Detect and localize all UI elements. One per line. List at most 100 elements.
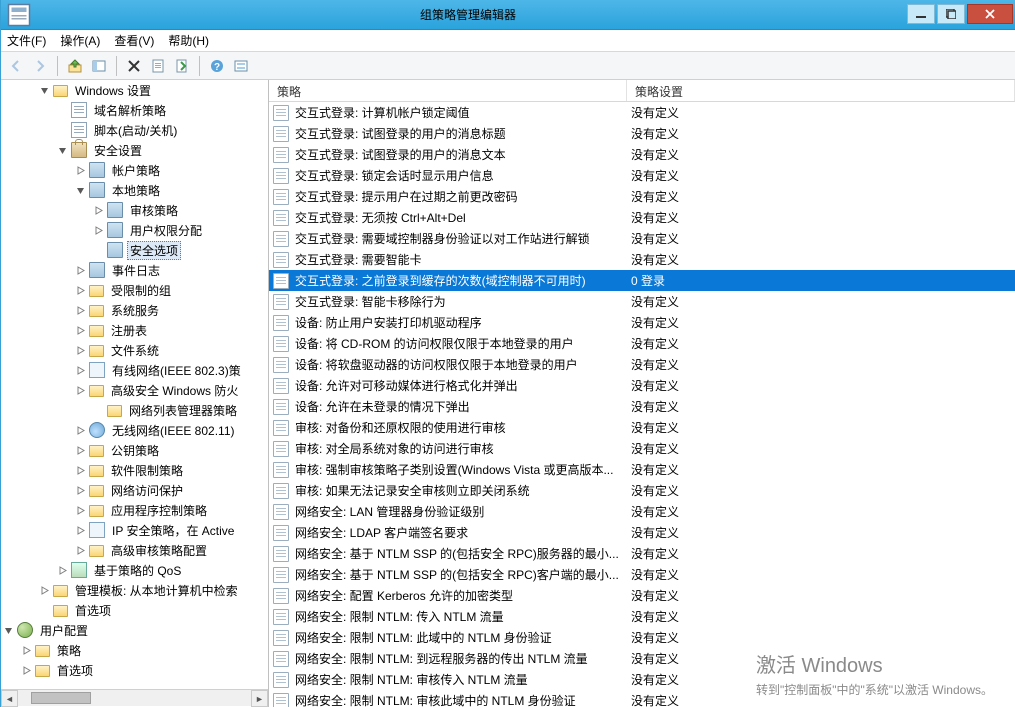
tree-item[interactable]: 安全设置 <box>1 140 268 160</box>
export-button[interactable] <box>171 55 193 77</box>
help-button[interactable]: ? <box>206 55 228 77</box>
scroll-thumb[interactable] <box>31 692 91 704</box>
policy-row[interactable]: 交互式登录: 之前登录到缓存的次数(域控制器不可用时)0 登录 <box>269 270 1015 291</box>
menu-help[interactable]: 帮助(H) <box>168 32 209 49</box>
tree-item[interactable]: IP 安全策略，在 Active <box>1 520 268 540</box>
policy-row[interactable]: 设备: 将软盘驱动器的访问权限仅限于本地登录的用户没有定义 <box>269 354 1015 375</box>
policy-row[interactable]: 设备: 允许在未登录的情况下弹出没有定义 <box>269 396 1015 417</box>
expand-icon[interactable] <box>73 443 87 457</box>
expand-icon[interactable] <box>73 343 87 357</box>
tree-item[interactable]: 管理模板: 从本地计算机中检索 <box>1 580 268 600</box>
tree-item[interactable]: 用户配置 <box>1 620 268 640</box>
nav-forward-button[interactable] <box>29 55 51 77</box>
tree-item[interactable]: 网络访问保护 <box>1 480 268 500</box>
policy-row[interactable]: 设备: 允许对可移动媒体进行格式化并弹出没有定义 <box>269 375 1015 396</box>
tree-item[interactable]: 策略 <box>1 640 268 660</box>
expand-icon[interactable] <box>19 663 33 677</box>
policy-row[interactable]: 交互式登录: 需要智能卡没有定义 <box>269 249 1015 270</box>
tree-item[interactable]: 无线网络(IEEE 802.11) <box>1 420 268 440</box>
expand-icon[interactable] <box>37 583 51 597</box>
tree-item[interactable]: 注册表 <box>1 320 268 340</box>
policy-row[interactable]: 审核: 如果无法记录安全审核则立即关闭系统没有定义 <box>269 480 1015 501</box>
policy-row[interactable]: 网络安全: 限制 NTLM: 审核传入 NTLM 流量没有定义 <box>269 669 1015 690</box>
tree-horizontal-scrollbar[interactable]: ◄ ► <box>1 689 268 706</box>
close-button[interactable] <box>967 4 1013 24</box>
scroll-left-button[interactable]: ◄ <box>1 690 18 707</box>
expand-icon[interactable] <box>73 283 87 297</box>
policy-row[interactable]: 网络安全: 限制 NTLM: 审核此域中的 NTLM 身份验证没有定义 <box>269 690 1015 707</box>
policy-row[interactable]: 网络安全: LDAP 客户端签名要求没有定义 <box>269 522 1015 543</box>
minimize-button[interactable] <box>907 4 935 24</box>
policy-row[interactable]: 交互式登录: 智能卡移除行为没有定义 <box>269 291 1015 312</box>
policy-tree[interactable]: Windows 设置域名解析策略脚本(启动/关机)安全设置帐户策略本地策略审核策… <box>1 80 268 680</box>
tree-item[interactable]: 文件系统 <box>1 340 268 360</box>
expand-icon[interactable] <box>73 483 87 497</box>
policy-row[interactable]: 交互式登录: 锁定会话时显示用户信息没有定义 <box>269 165 1015 186</box>
collapse-icon[interactable] <box>55 143 69 157</box>
properties-button[interactable] <box>147 55 169 77</box>
policy-row[interactable]: 审核: 对全局系统对象的访问进行审核没有定义 <box>269 438 1015 459</box>
policy-row[interactable]: 设备: 防止用户安装打印机驱动程序没有定义 <box>269 312 1015 333</box>
tree-item[interactable]: 高级审核策略配置 <box>1 540 268 560</box>
expand-icon[interactable] <box>91 203 105 217</box>
policy-row[interactable]: 交互式登录: 试图登录的用户的消息文本没有定义 <box>269 144 1015 165</box>
expand-icon[interactable] <box>73 463 87 477</box>
policy-row[interactable]: 网络安全: 限制 NTLM: 传入 NTLM 流量没有定义 <box>269 606 1015 627</box>
delete-button[interactable] <box>123 55 145 77</box>
up-button[interactable] <box>64 55 86 77</box>
tree-item[interactable]: 域名解析策略 <box>1 100 268 120</box>
expand-icon[interactable] <box>91 223 105 237</box>
policy-row[interactable]: 审核: 强制审核策略子类别设置(Windows Vista 或更高版本...没有… <box>269 459 1015 480</box>
nav-back-button[interactable] <box>5 55 27 77</box>
policy-row[interactable]: 网络安全: LAN 管理器身份验证级别没有定义 <box>269 501 1015 522</box>
collapse-icon[interactable] <box>1 623 15 637</box>
tree-item[interactable]: 软件限制策略 <box>1 460 268 480</box>
tree-item[interactable]: 基于策略的 QoS <box>1 560 268 580</box>
tree-item[interactable]: 网络列表管理器策略 <box>1 400 268 420</box>
expand-icon[interactable] <box>73 383 87 397</box>
maximize-button[interactable] <box>937 4 965 24</box>
scroll-right-button[interactable]: ► <box>251 690 268 707</box>
menu-view[interactable]: 查看(V) <box>114 32 154 49</box>
column-policy[interactable]: 策略 <box>269 80 627 101</box>
expand-icon[interactable] <box>73 323 87 337</box>
policy-row[interactable]: 网络安全: 限制 NTLM: 此域中的 NTLM 身份验证没有定义 <box>269 627 1015 648</box>
expand-icon[interactable] <box>73 543 87 557</box>
expand-icon[interactable] <box>73 263 87 277</box>
tree-item[interactable]: 受限制的组 <box>1 280 268 300</box>
policy-row[interactable]: 交互式登录: 计算机帐户锁定阈值没有定义 <box>269 102 1015 123</box>
tree-item[interactable]: 审核策略 <box>1 200 268 220</box>
collapse-icon[interactable] <box>37 83 51 97</box>
tree-item[interactable]: 高级安全 Windows 防火 <box>1 380 268 400</box>
show-hide-tree-button[interactable] <box>88 55 110 77</box>
tree-item[interactable]: Windows 设置 <box>1 80 268 100</box>
policy-row[interactable]: 网络安全: 基于 NTLM SSP 的(包括安全 RPC)服务器的最小...没有… <box>269 543 1015 564</box>
policy-row[interactable]: 设备: 将 CD-ROM 的访问权限仅限于本地登录的用户没有定义 <box>269 333 1015 354</box>
collapse-icon[interactable] <box>73 183 87 197</box>
tree-item[interactable]: 帐户策略 <box>1 160 268 180</box>
tree-item[interactable]: 应用程序控制策略 <box>1 500 268 520</box>
expand-icon[interactable] <box>73 303 87 317</box>
policy-row[interactable]: 网络安全: 配置 Kerberos 允许的加密类型没有定义 <box>269 585 1015 606</box>
expand-icon[interactable] <box>73 503 87 517</box>
tree-item[interactable]: 系统服务 <box>1 300 268 320</box>
tree-item[interactable]: 本地策略 <box>1 180 268 200</box>
tree-item[interactable]: 公钥策略 <box>1 440 268 460</box>
policy-row[interactable]: 网络安全: 基于 NTLM SSP 的(包括安全 RPC)客户端的最小...没有… <box>269 564 1015 585</box>
policy-row[interactable]: 交互式登录: 无须按 Ctrl+Alt+Del没有定义 <box>269 207 1015 228</box>
tree-item[interactable]: 首选项 <box>1 600 268 620</box>
tree-item[interactable]: 脚本(启动/关机) <box>1 120 268 140</box>
policy-row[interactable]: 交互式登录: 需要域控制器身份验证以对工作站进行解锁没有定义 <box>269 228 1015 249</box>
menu-file[interactable]: 文件(F) <box>7 32 46 49</box>
policy-list[interactable]: 交互式登录: 计算机帐户锁定阈值没有定义交互式登录: 试图登录的用户的消息标题没… <box>269 102 1015 707</box>
expand-icon[interactable] <box>55 563 69 577</box>
expand-icon[interactable] <box>73 423 87 437</box>
policy-row[interactable]: 交互式登录: 提示用户在过期之前更改密码没有定义 <box>269 186 1015 207</box>
tree-item[interactable]: 安全选项 <box>1 240 268 260</box>
filter-button[interactable] <box>230 55 252 77</box>
column-setting[interactable]: 策略设置 <box>627 80 1015 101</box>
expand-icon[interactable] <box>73 163 87 177</box>
policy-row[interactable]: 交互式登录: 试图登录的用户的消息标题没有定义 <box>269 123 1015 144</box>
expand-icon[interactable] <box>73 363 87 377</box>
expand-icon[interactable] <box>73 523 87 537</box>
